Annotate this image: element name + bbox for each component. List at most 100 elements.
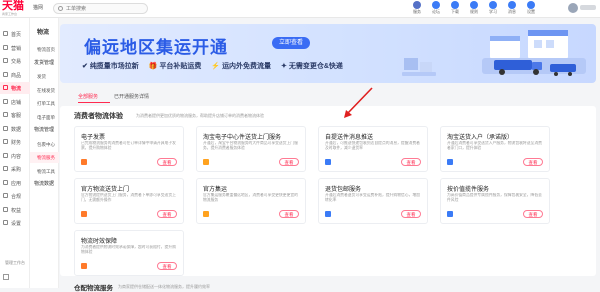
toolbar-item[interactable]: 设置: [523, 1, 539, 15]
tab-enabled-services[interactable]: 已开通服务详情: [114, 93, 149, 100]
account-name[interactable]: [580, 5, 596, 10]
card-view-button[interactable]: 查看: [401, 210, 421, 218]
card-description: 开通后消费者退货可享受运费补贴，提升购物信心，增加转化率: [325, 193, 420, 202]
card-description: 为消费者提供物流时效承诺保障，超时可获赔付，提升购物体验: [81, 245, 176, 254]
shop-switcher[interactable]: 猫网: [33, 4, 43, 11]
sidebar-item-icon: [3, 220, 8, 225]
sidebar-item[interactable]: 首页: [0, 28, 30, 40]
subnav-item[interactable]: 发货: [30, 71, 59, 82]
avatar[interactable]: [568, 3, 578, 13]
search-box[interactable]: [53, 3, 148, 14]
sidebar-item-icon: [3, 98, 8, 104]
card-description: 官方集运服务覆盖偏远地区，消费者可享受更快更便宜的物流服务: [203, 193, 298, 202]
service-card[interactable]: 官方集运 官方集运服务覆盖偏远地区，消费者可享受更快更便宜的物流服务 查看: [196, 178, 306, 224]
banner-feature: ✔ 纯揽量市场拉新: [82, 63, 139, 70]
toolbar-label: 学习: [489, 9, 497, 14]
sidebar-footer[interactable]: 管理工作台: [5, 260, 25, 266]
card-title: 官方物流送货上门: [81, 187, 130, 193]
search-input[interactable]: [66, 5, 144, 13]
service-card[interactable]: 按价值揽件服务 为高价值商品提供专属揽件服务，保障包裹安全，降低丢件风险 查看: [440, 178, 550, 224]
sidebar-item[interactable]: 物流: [0, 82, 30, 94]
section-description: 为消费者提供更加优质的物流服务，帮助提升店铺订单的消费者物流体验: [136, 113, 264, 118]
truck-illustration: [482, 30, 586, 76]
service-icon: [81, 211, 87, 217]
sidebar-item[interactable]: 交易: [0, 55, 30, 67]
sidebar-item[interactable]: 商品: [0, 69, 30, 81]
sidebar-item-icon: [3, 71, 8, 77]
service-card[interactable]: 淘宝送货入户（承诺版） 开通后消费者可享受送货入户服务，物流包裹将送至消费者家门口…: [440, 126, 550, 172]
sidebar-item-label: 合规: [11, 194, 22, 200]
card-view-button[interactable]: 查看: [157, 158, 177, 166]
toolbar-icon: [432, 1, 440, 9]
banner-view-button[interactable]: 立即查看: [272, 37, 310, 49]
sidebar-item[interactable]: 内容: [0, 150, 30, 162]
promo-banner[interactable]: 偏远地区集运开通 立即查看 ✔ 纯揽量市场拉新 🎁 平台补贴运费 ⚡ 运内外免费…: [60, 24, 596, 83]
card-view-button[interactable]: 查看: [279, 210, 299, 218]
subnav-item[interactable]: 电子面单: [30, 112, 59, 123]
toolbar-item[interactable]: 下载: [447, 1, 463, 15]
subnav-item[interactable]: 包裹中心: [30, 139, 59, 150]
parcel-illustration: [402, 58, 436, 76]
card-description: 开通后，可推送快递包裹到达自提点的消息，提醒消费者及时取件，减少退货率: [325, 141, 420, 150]
card-view-button[interactable]: 查看: [279, 158, 299, 166]
search-icon: [58, 6, 63, 11]
toolbar-item[interactable]: 消息: [504, 1, 520, 15]
card-view-button[interactable]: 查看: [523, 210, 543, 218]
subnav-item[interactable]: 打单工具: [30, 98, 59, 109]
sidebar-item[interactable]: 数据: [0, 123, 30, 135]
sidebar-item[interactable]: 合规: [0, 190, 30, 202]
sidebar-item[interactable]: 店铺: [0, 96, 30, 108]
toolbar-icon: [508, 1, 516, 9]
sidebar-item[interactable]: 应用: [0, 177, 30, 189]
subnav-group[interactable]: 发货管理: [30, 58, 59, 69]
banner-feature: ⚡ 运内外免费流量: [211, 63, 272, 70]
subnav-item[interactable]: 物流服务: [30, 152, 59, 163]
sidebar-item[interactable]: 客服: [0, 109, 30, 121]
sidebar-item[interactable]: 财务: [0, 136, 30, 148]
service-card[interactable]: 物流时效保障 为消费者提供物流时效承诺保障，超时可获赔付，提升购物体验 查看: [74, 230, 184, 276]
toolbar-item[interactable]: 规则: [466, 1, 482, 15]
card-view-button[interactable]: 查看: [157, 262, 177, 270]
service-icon: [81, 263, 87, 269]
toolbar-item[interactable]: 学习: [485, 1, 501, 15]
subnav-group[interactable]: 物流管理: [30, 125, 59, 136]
sidebar-item-icon: [3, 58, 8, 63]
subnav-group[interactable]: 物流数据: [30, 179, 59, 190]
subnav-item[interactable]: 物流工具: [30, 166, 59, 177]
sidebar-item-icon: [3, 31, 8, 36]
toolbar-item[interactable]: 论坛: [428, 1, 444, 15]
sidebar-item[interactable]: 设置: [0, 217, 30, 229]
service-card[interactable]: 淘宝电子中心件送货上门服务 开通后，淘宝平台物流服务的大件商品可享受送货上门服务，…: [196, 126, 306, 172]
sidebar-item-icon: [3, 112, 8, 117]
toolbar-icon: [413, 1, 421, 9]
toolbar-label: 论坛: [432, 9, 440, 14]
tmall-logo[interactable]: 天猫 商家工作台: [2, 1, 32, 17]
subnav-item[interactable]: 物流首页: [30, 44, 59, 55]
sidebar-item-icon: [3, 166, 8, 171]
sidebar-item-label: 首页: [11, 32, 22, 38]
card-view-button[interactable]: 查看: [401, 158, 421, 166]
service-card[interactable]: 电子发票 已完成物流服务的消费者可在订单详情中申请开具电子发票，提升购物体验 查看: [74, 126, 184, 172]
toolbar-label: 设置: [527, 9, 535, 14]
warehouse-section-description: 为商家提供仓储配送一体化物流服务，提升履约效率: [118, 284, 210, 289]
subnav-item[interactable]: 在线发货: [30, 85, 59, 96]
banner-feature: 🎁 平台补贴运费: [148, 63, 202, 70]
warehouse-section-title: 仓配物流服务: [74, 285, 113, 292]
tab-all-services[interactable]: 全部服务: [78, 93, 98, 100]
service-card[interactable]: 官方物流送货上门 官方物流提供送货上门服务，消费者下单即可享受送货上门，无需额外操…: [74, 178, 184, 224]
service-card[interactable]: 退货包邮服务 开通后消费者退货可享受运费补贴，提升购物信心，增加转化率 查看: [318, 178, 428, 224]
card-view-button[interactable]: 查看: [157, 210, 177, 218]
card-view-button[interactable]: 查看: [523, 158, 543, 166]
collapse-icon[interactable]: [3, 274, 9, 280]
toolbar-icon: [489, 1, 497, 9]
sidebar-item[interactable]: 采购: [0, 163, 30, 175]
sidebar-item[interactable]: 营销: [0, 42, 30, 54]
sidebar-item-label: 店铺: [11, 99, 22, 106]
logo-subtext: 商家工作台: [2, 12, 18, 16]
card-title: 淘宝电子中心件送货上门服务: [203, 135, 282, 141]
service-card[interactable]: 自提送件消息推送 开通后，可推送快递包裹到达自提点的消息，提醒消费者及时取件，减少…: [318, 126, 428, 172]
banner-title: 偏远地区集运开通: [84, 38, 228, 57]
toolbar-item[interactable]: 服务: [409, 1, 425, 15]
logo-text: 天猫: [2, 0, 24, 12]
sidebar-item[interactable]: 权益: [0, 204, 30, 216]
